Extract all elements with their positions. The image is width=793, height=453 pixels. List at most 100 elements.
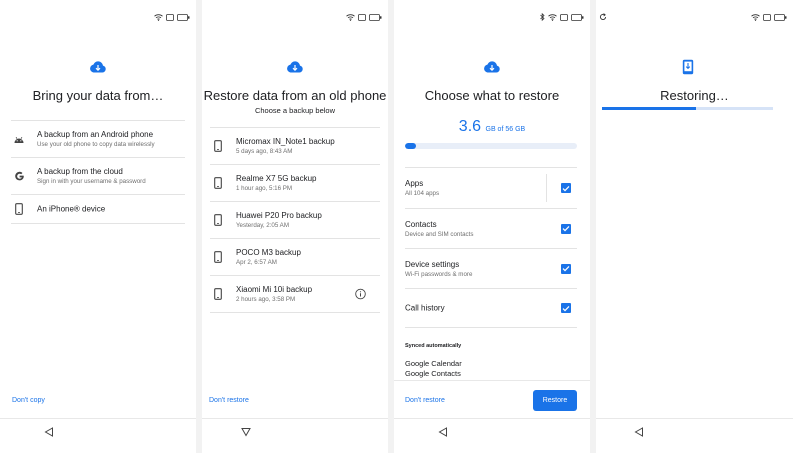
nav-divider xyxy=(596,418,793,419)
page-subtitle: Choose a backup below xyxy=(254,106,336,115)
battery-icon xyxy=(571,13,584,21)
restore-item-call-history[interactable]: Call history xyxy=(405,288,577,328)
backup-time: Yesterday, 2:05 AM xyxy=(236,222,289,229)
back-icon[interactable] xyxy=(634,427,644,437)
option-cloud-backup[interactable]: A backup from the cloud Sign in with you… xyxy=(11,157,185,194)
option-description: Use your old phone to copy data wireless… xyxy=(37,141,155,148)
wifi-icon xyxy=(751,13,760,21)
backup-list: Micromax IN_Note1 backup 5 days ago, 8:4… xyxy=(210,127,380,313)
storage-total: GB of 56 GB xyxy=(485,126,526,133)
status-bar xyxy=(751,11,787,23)
back-icon[interactable] xyxy=(438,427,448,437)
backup-item[interactable]: Realme X7 5G backup 1 hour ago, 5:16 PM xyxy=(210,164,380,201)
phone-icon xyxy=(212,288,224,300)
cloud-download-icon xyxy=(287,61,303,73)
cloud-download-icon xyxy=(484,61,500,73)
status-bar xyxy=(154,11,190,23)
backup-time: 2 hours ago, 3:58 PM xyxy=(236,296,296,303)
check-icon xyxy=(562,265,570,272)
item-label: Device settings xyxy=(405,259,460,269)
check-icon xyxy=(562,185,570,191)
phone-icon xyxy=(212,140,224,152)
battery-icon xyxy=(369,13,382,21)
backup-time: 5 days ago, 8:43 AM xyxy=(236,148,293,155)
item-label: Call history xyxy=(405,303,445,313)
volte-icon xyxy=(166,13,174,21)
nav-divider xyxy=(0,418,196,419)
option-android-backup[interactable]: A backup from an Android phone Use your … xyxy=(11,120,185,157)
bluetooth-icon xyxy=(540,13,545,21)
synced-item: Google Calendar xyxy=(405,359,462,368)
volte-icon xyxy=(560,13,568,21)
phone-screens-strip: Bring your data from… A backup from an A… xyxy=(0,0,793,453)
backup-item[interactable]: Micromax IN_Note1 backup 5 days ago, 8:4… xyxy=(210,127,380,164)
android-icon xyxy=(13,133,25,145)
phone-icon xyxy=(212,177,224,189)
storage-used: 3.6 xyxy=(458,118,482,135)
nav-divider xyxy=(202,418,388,419)
restore-progress-fill xyxy=(602,107,697,110)
item-description: Wi-Fi passwords & more xyxy=(405,270,473,278)
status-bar xyxy=(540,11,584,23)
restore-button[interactable]: Restore xyxy=(533,390,577,411)
nav-divider xyxy=(394,418,590,419)
volte-icon xyxy=(763,13,771,21)
dont-restore-link[interactable]: Don't restore xyxy=(405,397,445,404)
backup-name: POCO M3 backup xyxy=(236,248,301,257)
cloud-download-icon xyxy=(90,61,106,73)
option-label: An iPhone® device xyxy=(37,204,106,214)
status-bar-left xyxy=(599,11,607,23)
backup-name: Micromax IN_Note1 backup xyxy=(236,137,335,146)
restore-item-contacts[interactable]: Contacts Device and SIM contacts xyxy=(405,208,577,248)
status-bar xyxy=(346,11,382,23)
backup-name: Huawei P20 Pro backup xyxy=(236,211,322,220)
phone-icon xyxy=(13,203,25,215)
battery-icon xyxy=(774,13,787,21)
backup-time: 1 hour ago, 5:16 PM xyxy=(236,185,293,192)
back-icon[interactable] xyxy=(44,427,54,437)
item-description: All 104 apps xyxy=(405,190,440,197)
restore-item-device-settings[interactable]: Device settings Wi-Fi passwords & more xyxy=(405,248,577,288)
action-bar-divider xyxy=(394,380,590,381)
wifi-icon xyxy=(548,13,557,21)
restore-progress-bar xyxy=(602,107,773,110)
wifi-icon xyxy=(154,13,163,21)
battery-icon xyxy=(177,13,190,21)
page-title: Restore data from an old phone xyxy=(203,88,387,103)
wifi-icon xyxy=(346,13,355,21)
item-description: Device and SIM contacts xyxy=(405,230,474,238)
storage-bar xyxy=(405,143,577,149)
backup-item[interactable]: Huawei P20 Pro backup Yesterday, 2:05 AM xyxy=(210,201,380,238)
dont-copy-link[interactable]: Don't copy xyxy=(12,397,45,404)
restore-items-list: Apps All 104 apps Contacts Device and SI… xyxy=(405,167,577,328)
checkbox-call-history[interactable] xyxy=(561,303,571,313)
vertical-divider xyxy=(546,174,547,202)
check-icon xyxy=(562,225,570,232)
checkbox-device-settings[interactable] xyxy=(561,263,571,274)
sync-icon xyxy=(600,13,607,20)
item-label: Contacts xyxy=(405,219,437,229)
restore-item-apps[interactable]: Apps All 104 apps xyxy=(405,167,577,208)
synced-section-label: Synced automatically xyxy=(405,343,462,349)
option-description: Sign in with your username & password xyxy=(37,178,146,185)
option-label: A backup from the cloud xyxy=(37,167,123,176)
backup-item[interactable]: Xiaomi Mi 10i backup 2 hours ago, 3:58 P… xyxy=(210,275,380,313)
checkbox-contacts[interactable] xyxy=(561,223,571,234)
back-icon[interactable] xyxy=(241,427,251,437)
screen-bring-data: Bring your data from… A backup from an A… xyxy=(0,0,196,453)
dont-restore-link[interactable]: Don't restore xyxy=(209,397,249,404)
backup-name: Realme X7 5G backup xyxy=(236,174,317,183)
phone-icon xyxy=(212,214,224,226)
page-title: Choose what to restore xyxy=(424,88,560,103)
checkbox-apps[interactable] xyxy=(561,183,571,193)
phone-icon xyxy=(212,251,224,263)
page-title: Bring your data from… xyxy=(32,88,164,103)
backup-time: Apr 2, 6:57 AM xyxy=(236,259,277,266)
backup-item[interactable]: POCO M3 backup Apr 2, 6:57 AM xyxy=(210,238,380,275)
phone-download-icon xyxy=(682,59,694,75)
screen-restore-from-phone: Restore data from an old phone Choose a … xyxy=(202,0,388,453)
option-iphone-device[interactable]: An iPhone® device xyxy=(11,194,185,224)
storage-readout: 3.6 GB of 56 GB xyxy=(394,118,590,136)
volte-icon xyxy=(358,13,366,21)
info-icon[interactable] xyxy=(355,288,366,300)
